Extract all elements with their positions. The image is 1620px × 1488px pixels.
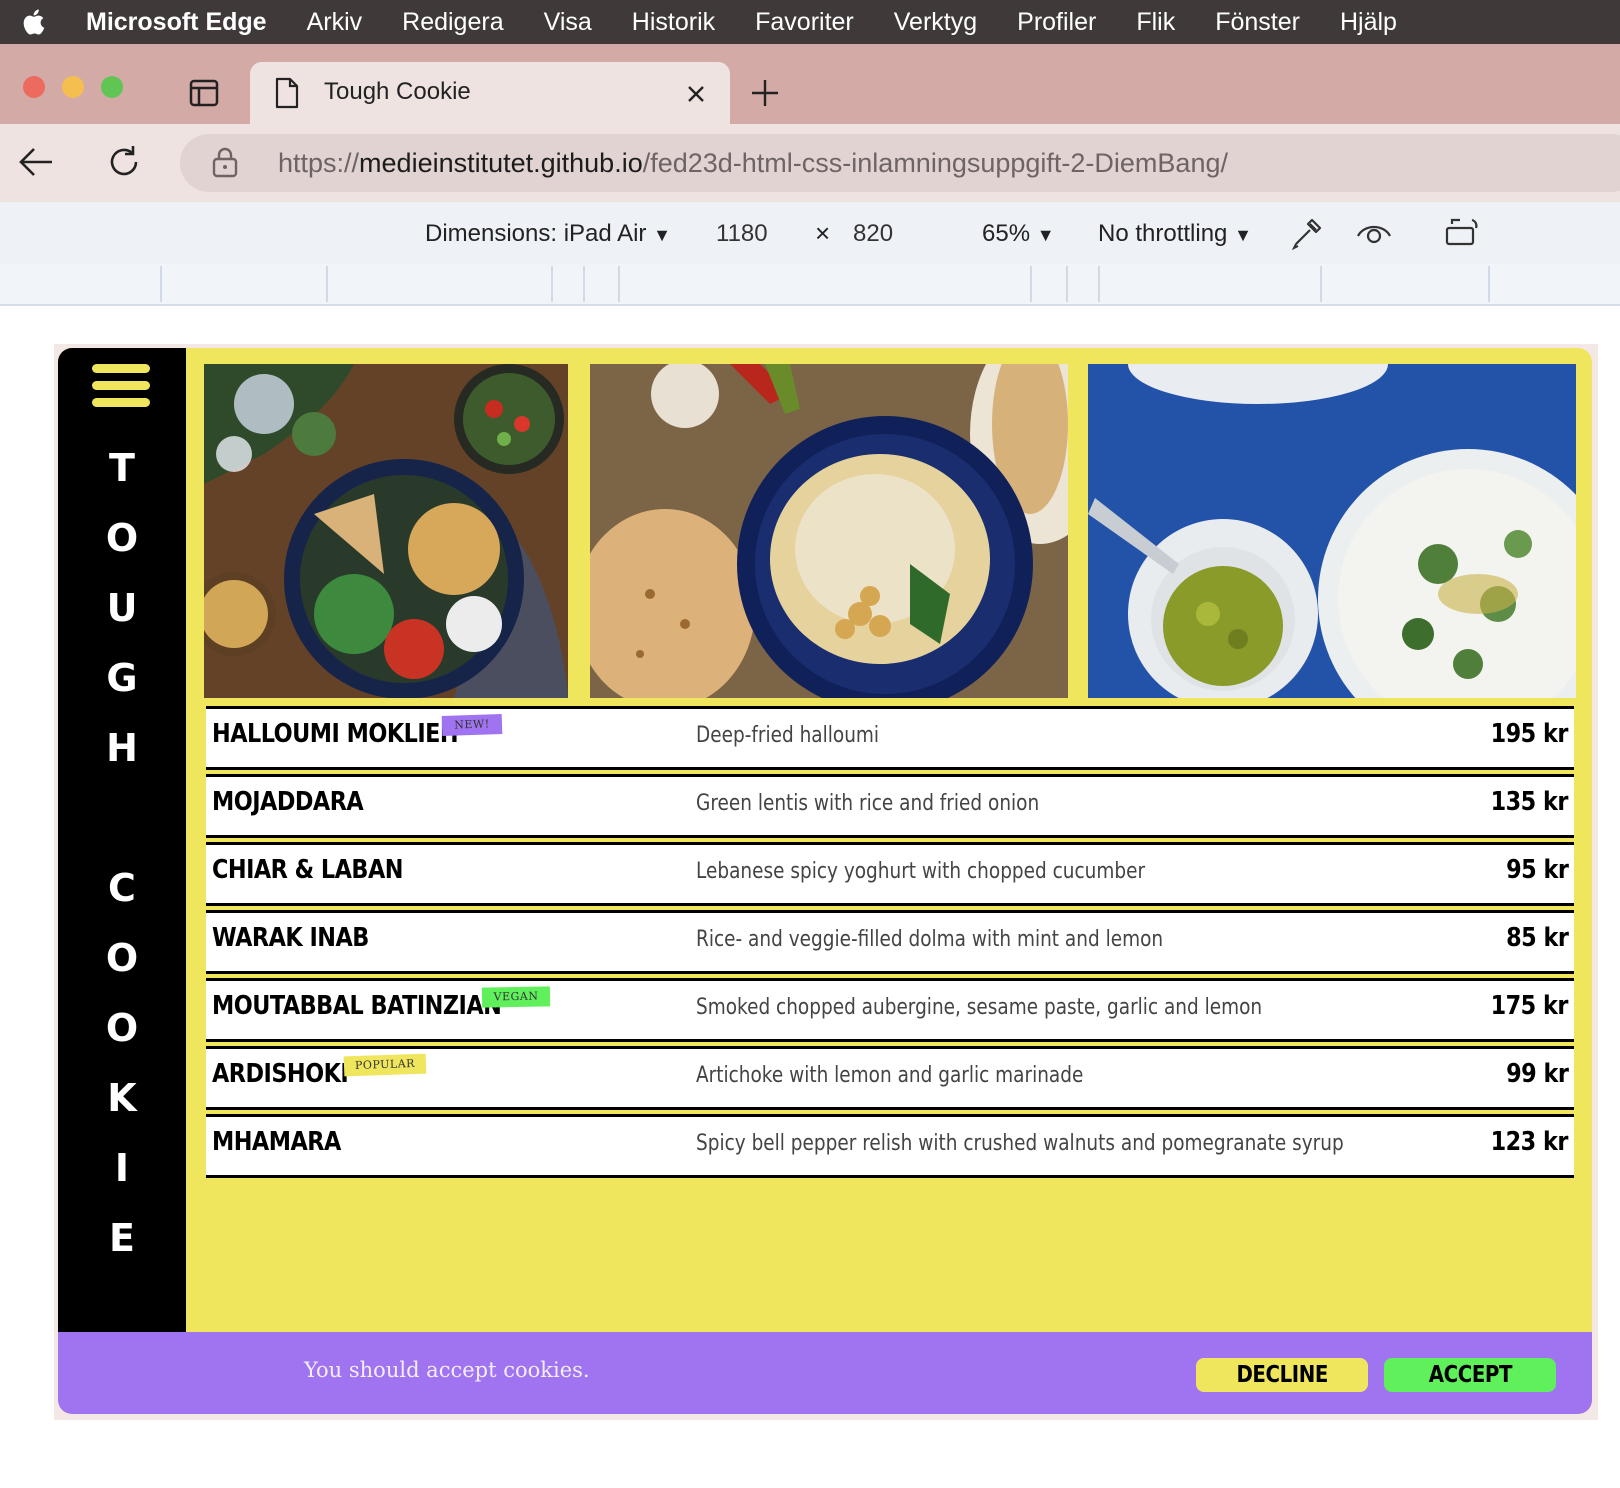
menu-item[interactable]: HALLOUMI MOKLIEH NEW! Deep-fried halloum…	[206, 706, 1574, 770]
dish-name: MOJADDARA	[212, 787, 364, 817]
menu-verktyg[interactable]: Verktyg	[894, 8, 977, 37]
new-tab-icon[interactable]	[750, 78, 780, 108]
title-letter: C	[108, 866, 136, 910]
dish-price: 85 kr	[1505, 923, 1569, 953]
dish-description: Lebanese spicy yoghurt with chopped cucu…	[696, 859, 1146, 884]
menu-app-name[interactable]: Microsoft Edge	[86, 8, 267, 37]
dish-price: 195 kr	[1490, 719, 1569, 749]
vision-deficiency-icon[interactable]	[1356, 218, 1392, 248]
url-text: https://medieinstitutet.github.io/fed23d…	[278, 148, 1228, 178]
cookie-message: You should accept cookies.	[304, 1358, 590, 1382]
menu-fonster[interactable]: Fönster	[1215, 8, 1300, 37]
chevron-down-icon: ▼	[1234, 225, 1252, 245]
device-width-input[interactable]: 1180	[716, 220, 768, 248]
rotate-device-icon[interactable]	[1444, 216, 1480, 248]
menu-item[interactable]: ARDISHOKI POPULAR Artichoke with lemon a…	[206, 1046, 1574, 1110]
vegan-badge: VEGAN	[481, 986, 551, 1008]
menu-flik[interactable]: Flik	[1136, 8, 1175, 37]
device-toolbar: Dimensions: iPad Air ▼ 1180 × 820 65% ▼ …	[0, 202, 1620, 264]
title-letter: O	[105, 516, 139, 560]
dish-description: Artichoke with lemon and garlic marinade	[696, 1063, 1084, 1088]
mac-menu-bar: Microsoft Edge Arkiv Redigera Visa Histo…	[0, 0, 1620, 44]
dish-description: Rice- and veggie-filled dolma with mint …	[696, 927, 1164, 952]
title-letter: U	[106, 586, 138, 630]
title-letter: T	[109, 446, 135, 490]
menu-hjalp[interactable]: Hjälp	[1340, 8, 1397, 37]
menu-item[interactable]: WARAK INAB Rice- and veggie-filled dolma…	[206, 910, 1574, 974]
dimensions-select[interactable]: Dimensions: iPad Air ▼	[425, 220, 671, 248]
throttling-select[interactable]: No throttling ▼	[1098, 220, 1252, 248]
dish-name: HALLOUMI MOKLIEH	[212, 719, 459, 749]
title-letter: G	[106, 656, 138, 700]
dish-price: 99 kr	[1505, 1059, 1569, 1089]
title-letter: K	[107, 1076, 137, 1120]
menu-favoriter[interactable]: Favoriter	[755, 8, 854, 37]
dish-price: 123 kr	[1490, 1127, 1569, 1157]
dish-description: Green lentis with rice and fried onion	[696, 791, 1040, 816]
zoom-select[interactable]: 65% ▼	[982, 220, 1055, 248]
media-query-ruler	[0, 264, 1620, 306]
title-letter: I	[114, 1146, 130, 1190]
apple-logo-icon[interactable]	[20, 7, 50, 37]
cookie-banner: You should accept cookies. DECLINE ACCEP…	[58, 1332, 1592, 1414]
menu-redigera[interactable]: Redigera	[402, 8, 503, 37]
tough-cookie-page: T O U G H C O O K I E HALLOUMI MOKLIEH N…	[58, 348, 1592, 1414]
tab-title: Tough Cookie	[324, 78, 471, 105]
url-field[interactable]: https://medieinstitutet.github.io/fed23d…	[180, 134, 1620, 192]
eyedropper-icon[interactable]	[1290, 216, 1324, 250]
menu-item[interactable]: MHAMARA Spicy bell pepper relish with cr…	[206, 1114, 1574, 1178]
dish-price: 135 kr	[1490, 787, 1569, 817]
page-icon	[275, 77, 299, 109]
dish-description: Deep-fried halloumi	[696, 723, 880, 748]
dish-description: Smoked chopped aubergine, sesame paste, …	[696, 995, 1263, 1020]
menu-item[interactable]: MOJADDARA Green lentis with rice and fri…	[206, 774, 1574, 838]
menu-item[interactable]: MOUTABBAL BATINZIAN VEGAN Smoked chopped…	[206, 978, 1574, 1042]
lock-icon[interactable]	[212, 146, 238, 178]
dish-name: ARDISHOKI	[212, 1059, 349, 1089]
site-sidebar: T O U G H C O O K I E	[58, 348, 186, 1332]
dips-photo	[1088, 364, 1576, 698]
dish-name: MHAMARA	[212, 1127, 341, 1157]
title-letter: O	[105, 936, 139, 980]
sidebar-toggle-icon[interactable]	[189, 79, 219, 107]
close-tab-icon[interactable]	[686, 84, 706, 104]
title-letter: O	[105, 1006, 139, 1050]
tab-strip	[0, 44, 1620, 124]
back-icon[interactable]	[18, 146, 54, 178]
dish-price: 95 kr	[1505, 855, 1569, 885]
menu-item[interactable]: CHIAR & LABAN Lebanese spicy yoghurt wit…	[206, 842, 1574, 906]
chevron-down-icon: ▼	[1036, 225, 1055, 245]
title-letter: E	[109, 1216, 135, 1260]
popular-badge: POPULAR	[343, 1053, 427, 1077]
minimize-window-button[interactable]	[62, 76, 84, 98]
title-letter: H	[106, 726, 138, 770]
hummus-photo	[590, 364, 1068, 698]
accept-button[interactable]: ACCEPT	[1384, 1358, 1556, 1392]
dish-price: 175 kr	[1490, 991, 1569, 1021]
dish-name: WARAK INAB	[212, 923, 369, 953]
menu-visa[interactable]: Visa	[544, 8, 592, 37]
menu-arkiv[interactable]: Arkiv	[307, 8, 363, 37]
dimension-times: ×	[815, 218, 831, 248]
close-window-button[interactable]	[23, 76, 45, 98]
dish-name: MOUTABBAL BATINZIAN	[212, 991, 502, 1021]
menu-profiler[interactable]: Profiler	[1017, 8, 1096, 37]
zoom-window-button[interactable]	[101, 76, 123, 98]
dish-description: Spicy bell pepper relish with crushed wa…	[696, 1131, 1344, 1156]
menu-historik[interactable]: Historik	[632, 8, 715, 37]
salad-bowl-photo	[204, 364, 568, 698]
dish-name: CHIAR & LABAN	[212, 855, 403, 885]
device-height-input[interactable]: 820	[853, 220, 893, 248]
tab-tough-cookie[interactable]: Tough Cookie	[250, 62, 730, 124]
reload-icon[interactable]	[106, 144, 142, 180]
decline-button[interactable]: DECLINE	[1196, 1358, 1368, 1392]
more-options-icon[interactable]: ⋮	[1610, 214, 1620, 245]
new-badge: NEW!	[441, 713, 503, 737]
chevron-down-icon: ▼	[653, 225, 671, 245]
